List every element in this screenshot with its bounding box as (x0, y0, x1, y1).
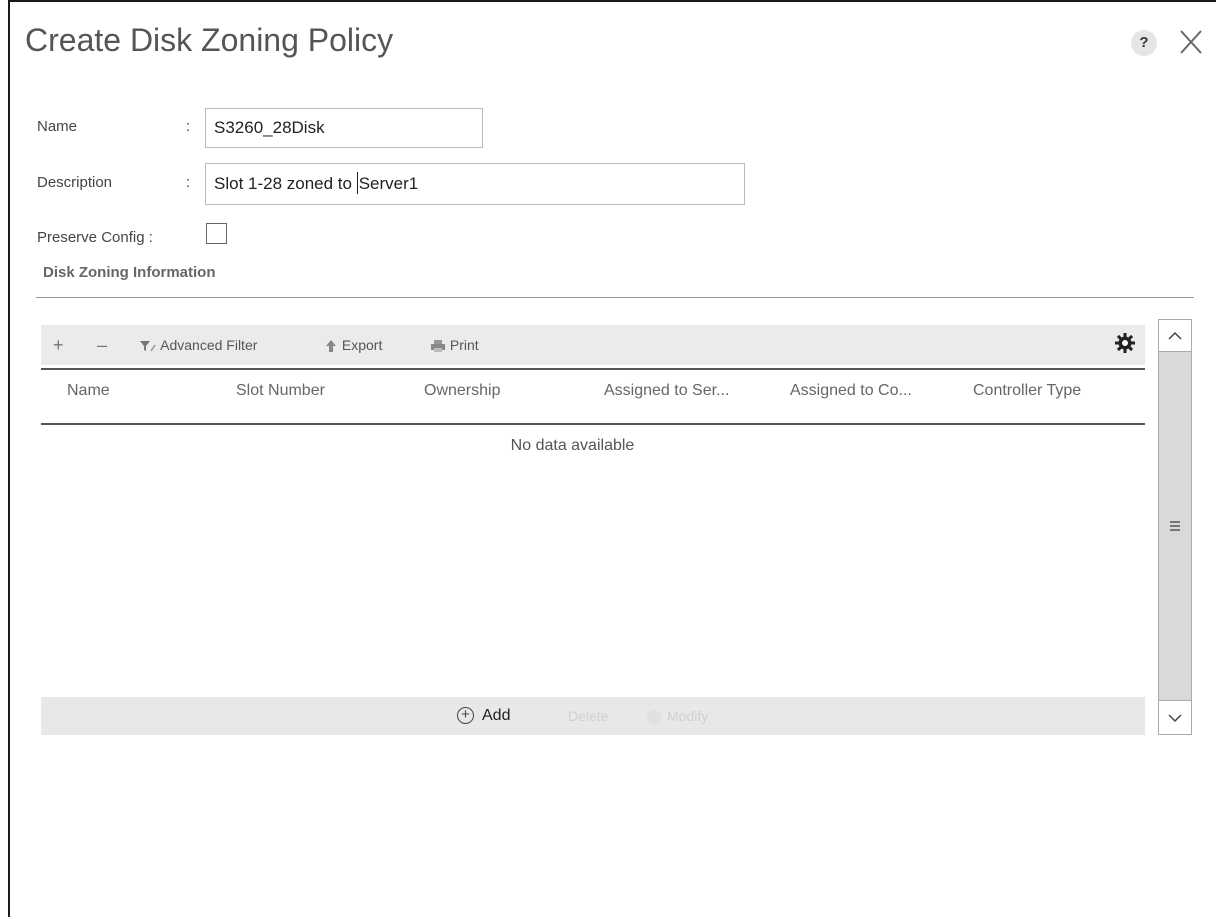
preserve-config-checkbox[interactable] (206, 223, 227, 244)
table-header-bottom-rule (41, 423, 1145, 425)
modify-label: Modify (667, 708, 709, 724)
empty-table-message: No data available (510, 437, 635, 454)
printer-icon (430, 337, 446, 353)
chevron-up-icon (1168, 331, 1182, 340)
gear-icon[interactable] (1113, 331, 1137, 355)
print-button[interactable]: Print (430, 325, 479, 365)
description-label: Description (37, 174, 113, 191)
table-toolbar: + – Advanced Filter Export Print (41, 325, 1145, 365)
description-input[interactable]: Slot 1-28 zoned to Server1 (205, 163, 745, 205)
advanced-filter-label: Advanced Filter (160, 337, 258, 353)
name-label: Name (37, 118, 78, 135)
delete-button[interactable]: Delete (568, 697, 608, 735)
description-text-before: Slot 1-28 zoned to (214, 174, 357, 193)
close-icon[interactable] (1178, 26, 1204, 56)
description-text-after: Server1 (358, 174, 419, 193)
column-header-name[interactable]: Name (67, 382, 110, 400)
dialog-title: Create Disk Zoning Policy (25, 22, 394, 58)
advanced-filter-button[interactable]: Advanced Filter (139, 325, 257, 365)
column-header-ownership[interactable]: Ownership (424, 382, 500, 400)
scroll-down-button[interactable] (1159, 700, 1191, 734)
add-row-button[interactable]: + (53, 325, 64, 365)
print-label: Print (449, 337, 479, 353)
export-label: Export (341, 337, 383, 353)
table-header-top-rule (41, 368, 1145, 370)
section-divider (36, 297, 1194, 298)
name-input[interactable]: S3260_28Disk (205, 108, 483, 148)
add-circle-icon: + (457, 707, 474, 725)
column-header-controller-type[interactable]: Controller Type (973, 382, 1081, 400)
column-header-assigned-to-controller[interactable]: Assigned to Co... (790, 382, 912, 400)
modify-icon (647, 710, 661, 725)
export-icon (324, 337, 338, 353)
grip-icon (1170, 521, 1180, 531)
table-footer: + Add Delete Modify (41, 697, 1145, 735)
column-header-slot-number[interactable]: Slot Number (236, 382, 325, 400)
preserve-config-label: Preserve Config : (37, 229, 153, 246)
dialog-frame (8, 0, 1216, 917)
add-label: Add (482, 707, 511, 724)
export-button[interactable]: Export (324, 325, 382, 365)
modify-button[interactable]: Modify (647, 697, 708, 735)
chevron-down-icon (1168, 714, 1182, 723)
filter-icon (139, 337, 157, 353)
scroll-up-button[interactable] (1159, 320, 1191, 352)
text-caret (356, 172, 358, 195)
name-colon: : (186, 118, 191, 135)
description-colon: : (186, 174, 191, 191)
add-button[interactable]: + Add (457, 697, 510, 735)
section-title: Disk Zoning Information (43, 264, 216, 281)
scrollbar-thumb[interactable] (1159, 352, 1191, 700)
vertical-scrollbar[interactable] (1158, 319, 1192, 735)
help-icon[interactable]: ? (1131, 30, 1157, 56)
column-header-assigned-to-server[interactable]: Assigned to Ser... (604, 382, 729, 400)
remove-row-button[interactable]: – (97, 325, 107, 365)
